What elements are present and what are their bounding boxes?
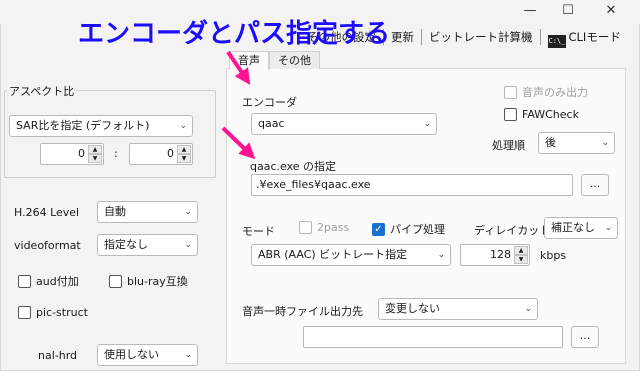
annotation-caption: エンコーダとパス指定する xyxy=(78,19,391,49)
arrow-to-exe-path xyxy=(221,126,256,160)
annotation-arrows xyxy=(221,50,256,160)
arrow-to-encoder xyxy=(226,50,251,85)
